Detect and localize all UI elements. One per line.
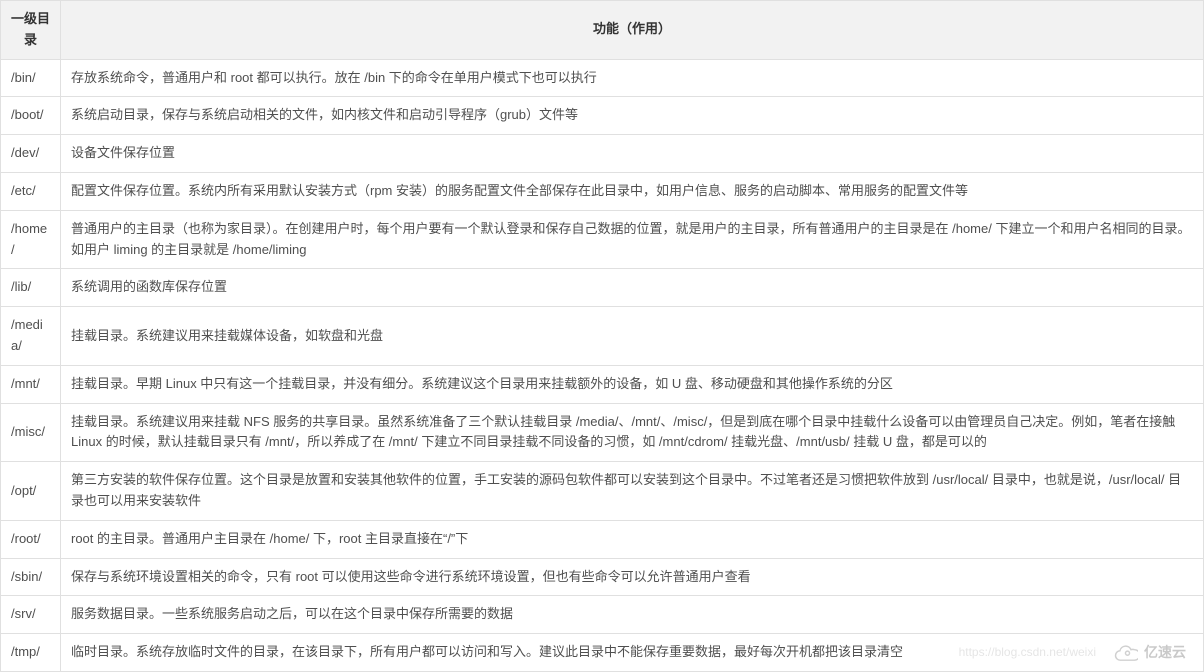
desc-cell: 普通用户的主目录（也称为家目录）。在创建用户时，每个用户要有一个默认登录和保存自…	[61, 210, 1204, 269]
desc-cell: 设备文件保存位置	[61, 135, 1204, 173]
desc-cell: 第三方安装的软件保存位置。这个目录是放置和安装其他软件的位置，手工安装的源码包软…	[61, 462, 1204, 521]
table-row: /misc/挂载目录。系统建议用来挂载 NFS 服务的共享目录。虽然系统准备了三…	[1, 403, 1204, 462]
desc-cell: 挂载目录。早期 Linux 中只有这一个挂载目录，并没有细分。系统建议这个目录用…	[61, 365, 1204, 403]
desc-cell: 系统启动目录，保存与系统启动相关的文件，如内核文件和启动引导程序（grub）文件…	[61, 97, 1204, 135]
table-row: /root/root 的主目录。普通用户主目录在 /home/ 下，root 主…	[1, 520, 1204, 558]
desc-cell: 保存与系统环境设置相关的命令，只有 root 可以使用这些命令进行系统环境设置，…	[61, 558, 1204, 596]
desc-cell: 临时目录。系统存放临时文件的目录，在该目录下，所有用户都可以访问和写入。建议此目…	[61, 634, 1204, 672]
table-row: /tmp/临时目录。系统存放临时文件的目录，在该目录下，所有用户都可以访问和写入…	[1, 634, 1204, 672]
dir-cell: /opt/	[1, 462, 61, 521]
table-row: /home/普通用户的主目录（也称为家目录）。在创建用户时，每个用户要有一个默认…	[1, 210, 1204, 269]
dir-cell: /tmp/	[1, 634, 61, 672]
desc-cell: 配置文件保存位置。系统内所有采用默认安装方式（rpm 安装）的服务配置文件全部保…	[61, 172, 1204, 210]
table-row: /opt/第三方安装的软件保存位置。这个目录是放置和安装其他软件的位置，手工安装…	[1, 462, 1204, 521]
table-row: /media/挂载目录。系统建议用来挂载媒体设备，如软盘和光盘	[1, 307, 1204, 366]
dir-cell: /sbin/	[1, 558, 61, 596]
desc-cell: 存放系统命令，普通用户和 root 都可以执行。放在 /bin 下的命令在单用户…	[61, 59, 1204, 97]
dir-cell: /etc/	[1, 172, 61, 210]
dir-cell: /lib/	[1, 269, 61, 307]
table-row: /etc/配置文件保存位置。系统内所有采用默认安装方式（rpm 安装）的服务配置…	[1, 172, 1204, 210]
table-row: /sbin/保存与系统环境设置相关的命令，只有 root 可以使用这些命令进行系…	[1, 558, 1204, 596]
desc-cell: 挂载目录。系统建议用来挂载 NFS 服务的共享目录。虽然系统准备了三个默认挂载目…	[61, 403, 1204, 462]
desc-cell: 系统调用的函数库保存位置	[61, 269, 1204, 307]
table-row: /lib/系统调用的函数库保存位置	[1, 269, 1204, 307]
dir-cell: /srv/	[1, 596, 61, 634]
linux-directory-table: 一级目录 功能（作用） /bin/存放系统命令，普通用户和 root 都可以执行…	[0, 0, 1204, 672]
dir-cell: /bin/	[1, 59, 61, 97]
desc-cell: 挂载目录。系统建议用来挂载媒体设备，如软盘和光盘	[61, 307, 1204, 366]
dir-cell: /boot/	[1, 97, 61, 135]
desc-cell: root 的主目录。普通用户主目录在 /home/ 下，root 主目录直接在“…	[61, 520, 1204, 558]
table-row: /dev/设备文件保存位置	[1, 135, 1204, 173]
header-col-desc: 功能（作用）	[61, 1, 1204, 60]
table-row: /srv/服务数据目录。一些系统服务启动之后，可以在这个目录中保存所需要的数据	[1, 596, 1204, 634]
dir-cell: /media/	[1, 307, 61, 366]
dir-cell: /home/	[1, 210, 61, 269]
desc-cell: 服务数据目录。一些系统服务启动之后，可以在这个目录中保存所需要的数据	[61, 596, 1204, 634]
table-row: /boot/系统启动目录，保存与系统启动相关的文件，如内核文件和启动引导程序（g…	[1, 97, 1204, 135]
table-body: /bin/存放系统命令，普通用户和 root 都可以执行。放在 /bin 下的命…	[1, 59, 1204, 671]
table-header-row: 一级目录 功能（作用）	[1, 1, 1204, 60]
table-row: /bin/存放系统命令，普通用户和 root 都可以执行。放在 /bin 下的命…	[1, 59, 1204, 97]
dir-cell: /dev/	[1, 135, 61, 173]
header-col-dir: 一级目录	[1, 1, 61, 60]
dir-cell: /misc/	[1, 403, 61, 462]
table-row: /mnt/挂载目录。早期 Linux 中只有这一个挂载目录，并没有细分。系统建议…	[1, 365, 1204, 403]
dir-cell: /mnt/	[1, 365, 61, 403]
dir-cell: /root/	[1, 520, 61, 558]
